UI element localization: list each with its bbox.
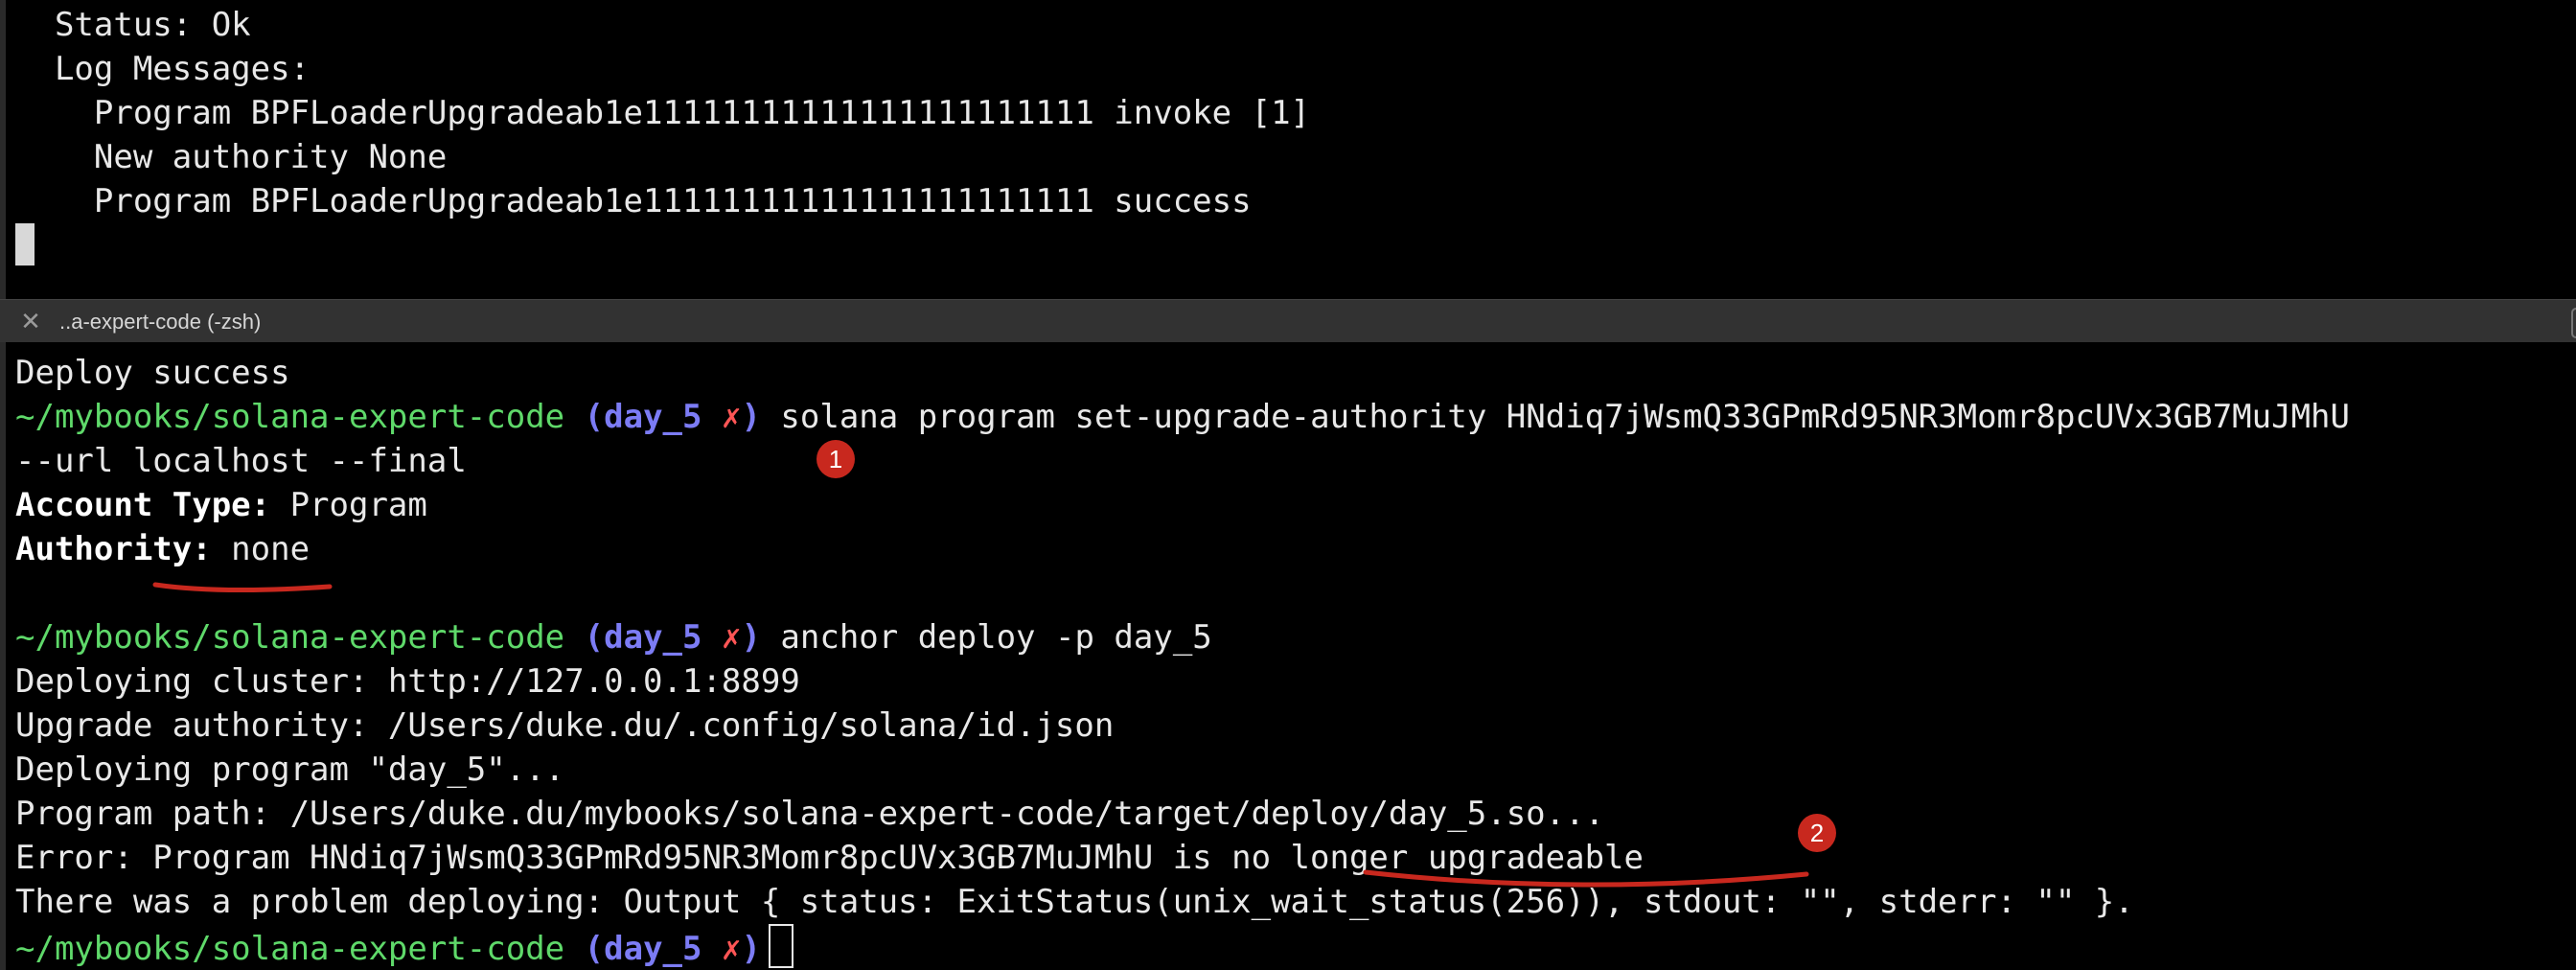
- pane-gutter: [0, 0, 6, 299]
- status-line: Status: Ok: [15, 6, 251, 44]
- command-continuation: --url localhost --final: [15, 442, 467, 480]
- prompt-branch-open: (: [584, 930, 605, 968]
- authority-line: Authority: none: [15, 527, 310, 571]
- output-line: Deploying program "day_5"...: [15, 751, 565, 789]
- command-text: solana program set-upgrade-authority HNd…: [780, 398, 2350, 436]
- prompt-path: ~/mybooks/solana-expert-code: [15, 398, 565, 436]
- prompt-path: ~/mybooks/solana-expert-code: [15, 618, 565, 657]
- output-line: Deploy success: [15, 354, 290, 392]
- pane-gutter: [0, 342, 6, 970]
- account-type-label: Account Type:: [15, 486, 271, 524]
- error-line: Error: Program HNdiq7jWsmQ33GPmRd95NR3Mo…: [15, 839, 1644, 877]
- prompt-branch: day_5: [604, 618, 702, 657]
- prompt-branch-close: ): [741, 930, 761, 968]
- output-line: Deploying cluster: http://127.0.0.1:8899: [15, 662, 800, 701]
- log-line: New authority None: [15, 138, 448, 176]
- terminal-pane-bottom[interactable]: Deploy success ~/mybooks/solana-expert-c…: [0, 342, 2576, 970]
- prompt-line: ~/mybooks/solana-expert-code (day_5 ✗) a…: [15, 615, 1212, 659]
- output-line: There was a problem deploying: Output { …: [15, 883, 2134, 921]
- close-icon[interactable]: ✕: [17, 308, 44, 335]
- log-line: Program BPFLoaderUpgradeab1e111111111111…: [15, 94, 1311, 132]
- output-line: Upgrade authority: /Users/duke.du/.confi…: [15, 706, 1115, 745]
- prompt-branch-open: (: [584, 398, 605, 436]
- terminal-pane-top[interactable]: Status: Ok Log Messages: Program BPFLoad…: [0, 0, 2576, 299]
- dirty-icon: ✗: [721, 930, 742, 968]
- authority-value: none: [211, 530, 310, 568]
- tab-edge: [2571, 308, 2576, 338]
- annotation-marker-1: 1: [816, 440, 855, 478]
- prompt-line: ~/mybooks/solana-expert-code (day_5 ✗): [15, 924, 794, 968]
- dirty-icon: ✗: [721, 398, 742, 436]
- prompt-branch: day_5: [604, 398, 702, 436]
- terminal-cursor: [15, 223, 34, 266]
- terminal-tab-bar: ✕ ..a-expert-code (-zsh): [0, 299, 2576, 344]
- annotation-marker-2: 2: [1798, 814, 1836, 852]
- dirty-icon: ✗: [721, 618, 742, 657]
- authority-label: Authority:: [15, 530, 212, 568]
- account-type-value: Program: [270, 486, 427, 524]
- prompt-branch-close: ): [741, 398, 761, 436]
- log-messages-header: Log Messages:: [15, 50, 310, 88]
- output-line: Program path: /Users/duke.du/mybooks/sol…: [15, 795, 1605, 833]
- account-type-line: Account Type: Program: [15, 483, 427, 527]
- prompt-branch-open: (: [584, 618, 605, 657]
- prompt-branch: day_5: [604, 930, 702, 968]
- prompt-branch-close: ): [741, 618, 761, 657]
- command-text: anchor deploy -p day_5: [780, 618, 1212, 657]
- terminal-cursor: [768, 924, 794, 968]
- prompt-line: ~/mybooks/solana-expert-code (day_5 ✗) s…: [15, 395, 2350, 439]
- log-line: Program BPFLoaderUpgradeab1e111111111111…: [15, 182, 1252, 220]
- tab-title[interactable]: ..a-expert-code (-zsh): [59, 300, 261, 343]
- prompt-path: ~/mybooks/solana-expert-code: [15, 930, 565, 968]
